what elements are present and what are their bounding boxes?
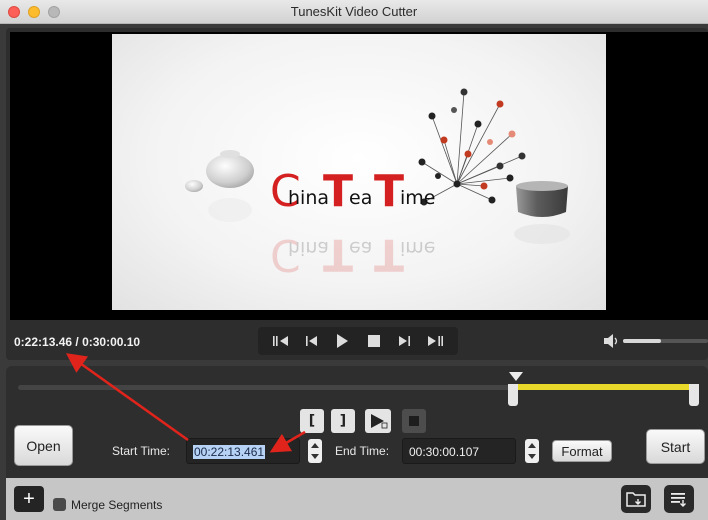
add-segment-button[interactable]: + xyxy=(14,486,44,512)
task-list-button[interactable] xyxy=(664,485,694,513)
folder-icon xyxy=(626,492,646,507)
merge-segments-checkbox[interactable] xyxy=(53,498,66,511)
merge-segments-label: Merge Segments xyxy=(71,498,163,512)
annotation-arrows xyxy=(65,353,306,453)
output-folder-button[interactable] xyxy=(621,485,651,513)
list-icon xyxy=(671,493,686,507)
